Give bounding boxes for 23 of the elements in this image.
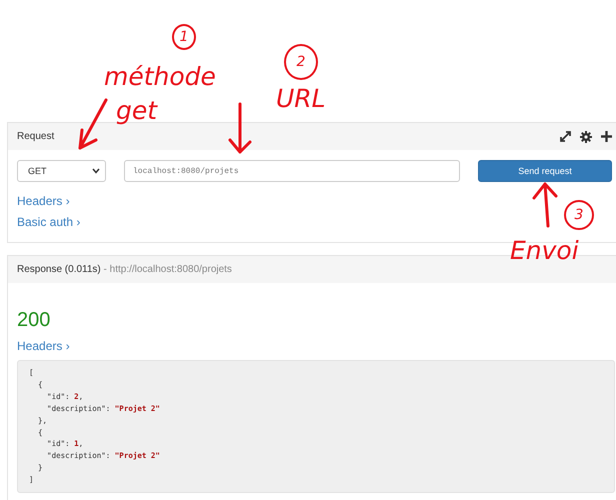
status-code: 200: [17, 309, 50, 332]
circled-number: 2: [284, 44, 318, 80]
plus-icon[interactable]: [601, 131, 612, 142]
toggle-link[interactable]: Basic auth ›: [17, 212, 80, 233]
expand-icon[interactable]: [560, 131, 571, 142]
annotation-arrow: [227, 102, 253, 155]
toggle-link[interactable]: Headers ›: [17, 191, 70, 212]
handwritten-note: Envoi: [510, 236, 579, 266]
circled-number: 1: [172, 24, 196, 50]
url-field[interactable]: localhost:8080/projets: [124, 160, 460, 182]
method-select[interactable]: GET: [17, 160, 106, 182]
settings-icon[interactable]: [580, 130, 592, 142]
circled-number: 3: [564, 200, 594, 230]
caret-icon: [92, 168, 100, 174]
panel-title: Response (0.011s) - http://localhost:8080/projets: [17, 264, 232, 275]
annotation-arrow: [76, 98, 110, 152]
annotation-arrow: [531, 181, 559, 229]
handwritten-note: get: [116, 96, 158, 126]
toggle-link[interactable]: Headers ›: [17, 336, 70, 357]
panel-title: Request: [17, 131, 54, 142]
handwritten-note: méthode: [104, 62, 216, 92]
handwritten-note: URL: [276, 84, 326, 114]
send-request-button[interactable]: Send request: [478, 160, 612, 182]
